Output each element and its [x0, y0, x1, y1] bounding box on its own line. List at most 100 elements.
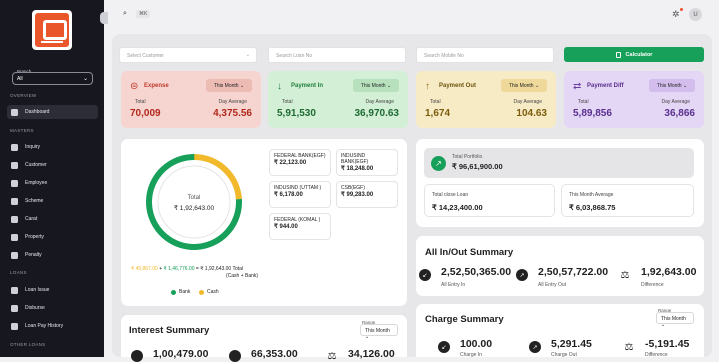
arrow-up-icon: ↑	[425, 81, 430, 92]
entry-out-label: All Entry Out	[538, 282, 567, 288]
legend-bank: Bank	[171, 289, 190, 295]
sidebar-item-customer[interactable]: Customer	[7, 158, 98, 172]
charge-range-dropdown[interactable]: This Month ⌄	[656, 312, 694, 328]
interest-out-icon	[229, 350, 241, 362]
charge-in-value: 100.00	[460, 338, 493, 350]
mobile-no-input[interactable]: Search Mobile No	[416, 47, 554, 63]
sidebar-item-label: Carat	[25, 216, 38, 222]
close-loan-label: Total close Loan	[432, 192, 469, 198]
scale-icon: ⚖	[624, 341, 634, 353]
sidebar-item-carat[interactable]: Carat	[7, 212, 98, 226]
portfolio-total-box: ↗ Total Portfolio ₹ 96,61,900.00	[424, 148, 694, 178]
sidebar-item-label: Loan Pay History	[25, 323, 64, 329]
legend-label: Cash	[207, 289, 219, 295]
sidebar-item-dashboard[interactable]: Dashboard	[7, 105, 98, 119]
month-average-value: ₹ 6,03,868.75	[569, 203, 616, 212]
range-dropdown[interactable]: This Month ⌄	[501, 79, 547, 92]
scheme-icon	[11, 197, 18, 205]
bank-card: FEDERAL (KOMAL ) ₹ 944.00	[269, 213, 331, 240]
calculator-icon	[615, 51, 621, 58]
trend-up-icon: ↗	[431, 156, 446, 171]
charge-title: Charge Summary	[425, 314, 504, 325]
carat-icon	[11, 215, 18, 223]
expense-icon: ⊜	[130, 81, 139, 92]
charge-diff-value: -5,191.45	[645, 338, 690, 350]
company-logo[interactable]	[32, 10, 72, 50]
search-shortcut: ⌘K	[136, 10, 151, 18]
sidebar-item-property[interactable]: Property	[7, 230, 98, 244]
avg-label: Day Average	[661, 99, 690, 105]
search-icon[interactable]: ⌕	[123, 10, 127, 18]
avg-label: Day Average	[513, 99, 542, 105]
sidebar-item-label: Customer	[25, 162, 47, 168]
customer-select[interactable]: Select Customer ⌄	[119, 47, 257, 63]
section-overview: OVERVIEW	[10, 93, 37, 98]
portfolio-panel: ↗ Total Portfolio ₹ 96,61,900.00 Total c…	[416, 139, 704, 227]
bank-card: INDUSIND (UTTAM ) ₹ 6,178.00	[269, 181, 331, 208]
sidebar-item-loan-issue[interactable]: Loan Issue	[7, 283, 98, 297]
sidebar-item-employee[interactable]: Employee	[7, 176, 98, 190]
range-dropdown[interactable]: This Month ⌄	[206, 79, 252, 92]
avg-label: Day Average	[365, 99, 394, 105]
expense-card: ⊜ Expense This Month ⌄ Total Day Average…	[121, 71, 261, 128]
range-value: This Month	[365, 328, 390, 334]
total-label: Total	[282, 99, 293, 105]
sidebar-item-penalty[interactable]: Penalty	[7, 248, 98, 262]
month-average-box: This Month Average ₹ 6,03,868.75	[561, 184, 694, 217]
payment-diff-card: ⇄ Payment Diff This Month ⌄ Total Day Av…	[564, 71, 704, 128]
sidebar-item-label: Scheme	[25, 198, 44, 204]
donut-center-label: Total	[188, 195, 201, 201]
gear-icon[interactable]: ✲	[672, 9, 680, 20]
sidebar: Branch All ⌄ OVERVIEW Dashboard MASTERS I…	[0, 0, 104, 357]
summary-bank: ₹ 1,46,776.00	[163, 266, 195, 272]
history-icon	[11, 322, 18, 330]
payment-out-card: ↑ Payment Out This Month ⌄ Total Day Ave…	[416, 71, 556, 128]
range-value: This Month	[661, 316, 686, 322]
charge-out-label: Charge Out	[551, 352, 577, 358]
entry-in-icon: ↙	[419, 269, 431, 281]
range-value: This Month	[508, 82, 534, 89]
branch-select[interactable]: All ⌄	[12, 72, 93, 85]
inout-title: All In/Out Summary	[425, 247, 514, 258]
sidebar-collapse-handle[interactable]	[100, 12, 108, 24]
calculator-button[interactable]: Calculator	[564, 47, 704, 62]
sidebar-item-label: Loan Issue	[25, 287, 50, 293]
loan-no-input[interactable]: Search Loan No	[268, 47, 406, 63]
card-title: Payment Out	[439, 83, 477, 89]
avg-label: Day Average	[218, 99, 247, 105]
loan-placeholder: Search Loan No	[276, 53, 313, 59]
sidebar-item-disburse[interactable]: Disburse	[7, 301, 98, 315]
mobile-placeholder: Search Mobile No	[424, 53, 464, 59]
property-icon	[11, 233, 18, 241]
interest-in-icon	[131, 350, 143, 362]
inout-summary-panel: All In/Out Summary ↙ 2,52,50,365.00 All …	[416, 236, 704, 296]
bank-amount: ₹ 18,248.00	[341, 166, 374, 172]
inquiry-icon	[11, 143, 18, 151]
entry-in-label: All Entry In	[441, 282, 466, 288]
sidebar-item-inquiry[interactable]: Inquiry	[7, 140, 98, 154]
customer-icon	[11, 161, 18, 169]
bank-card: FEDERAL BANK(EGF) ₹ 22,123.00	[269, 149, 331, 176]
avatar[interactable]: U	[689, 8, 702, 21]
range-dropdown[interactable]: This Month ⌄	[353, 79, 399, 92]
sidebar-item-scheme[interactable]: Scheme	[7, 194, 98, 208]
bank-amount: ₹ 22,123.00	[274, 160, 307, 166]
range-dropdown[interactable]: This Month ⌄	[649, 79, 695, 92]
legend-dot	[199, 289, 204, 295]
sidebar-item-loan-pay-history[interactable]: Loan Pay History	[7, 319, 98, 333]
sidebar-item-label: Penalty	[25, 252, 42, 258]
interest-range-dropdown[interactable]: This Month ⌄	[360, 324, 398, 340]
section-loans: LOANS	[10, 270, 27, 275]
difference-label: Difference	[641, 282, 664, 288]
disburse-icon	[11, 304, 18, 312]
employee-icon	[11, 179, 18, 187]
bank-name: CSB(EGF)	[341, 185, 365, 191]
sidebar-item-label: Inquiry	[25, 144, 41, 150]
bank-card: CSB(EGF) ₹ 99,283.00	[336, 181, 398, 208]
portfolio-label: Total Portfolio	[452, 154, 483, 160]
month-average-label: This Month Average	[569, 192, 614, 198]
summary-sub: (Cash + Bank)	[226, 273, 259, 279]
bank-name: FEDERAL (KOMAL )	[274, 217, 321, 223]
entry-in-value: 2,52,50,365.00	[441, 266, 512, 278]
bank-amount: ₹ 6,178.00	[274, 192, 303, 198]
